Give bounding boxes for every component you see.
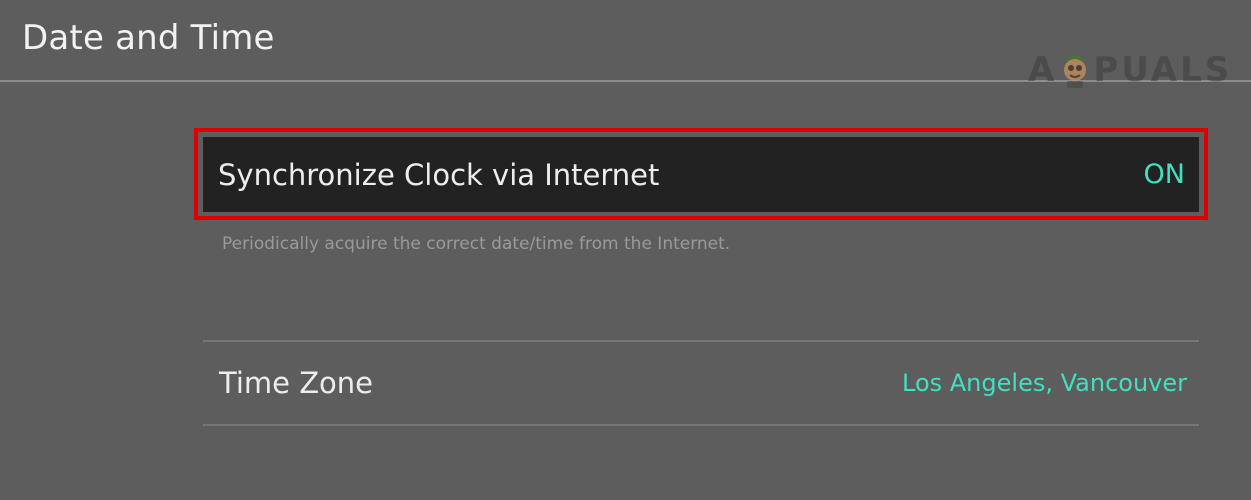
sync-clock-setting-row[interactable]: Synchronize Clock via Internet ON [203,137,1199,212]
sync-clock-value: ON [1143,159,1185,190]
time-zone-setting-row[interactable]: Time Zone Los Angeles, Vancouver [203,344,1199,422]
watermark-text-left: A [1028,50,1058,90]
watermark-text-right: PUALS [1093,50,1233,90]
sync-clock-label: Synchronize Clock via Internet [218,157,660,192]
time-zone-top-divider [203,340,1199,342]
watermark: A PUALS [1028,50,1232,90]
time-zone-bottom-divider [203,424,1199,426]
appuals-mascot-icon [1064,55,1087,88]
page-title: Date and Time [22,18,275,58]
time-zone-value: Los Angeles, Vancouver [902,369,1187,397]
time-zone-label: Time Zone [219,366,374,400]
sync-clock-description: Periodically acquire the correct date/ti… [222,234,731,254]
